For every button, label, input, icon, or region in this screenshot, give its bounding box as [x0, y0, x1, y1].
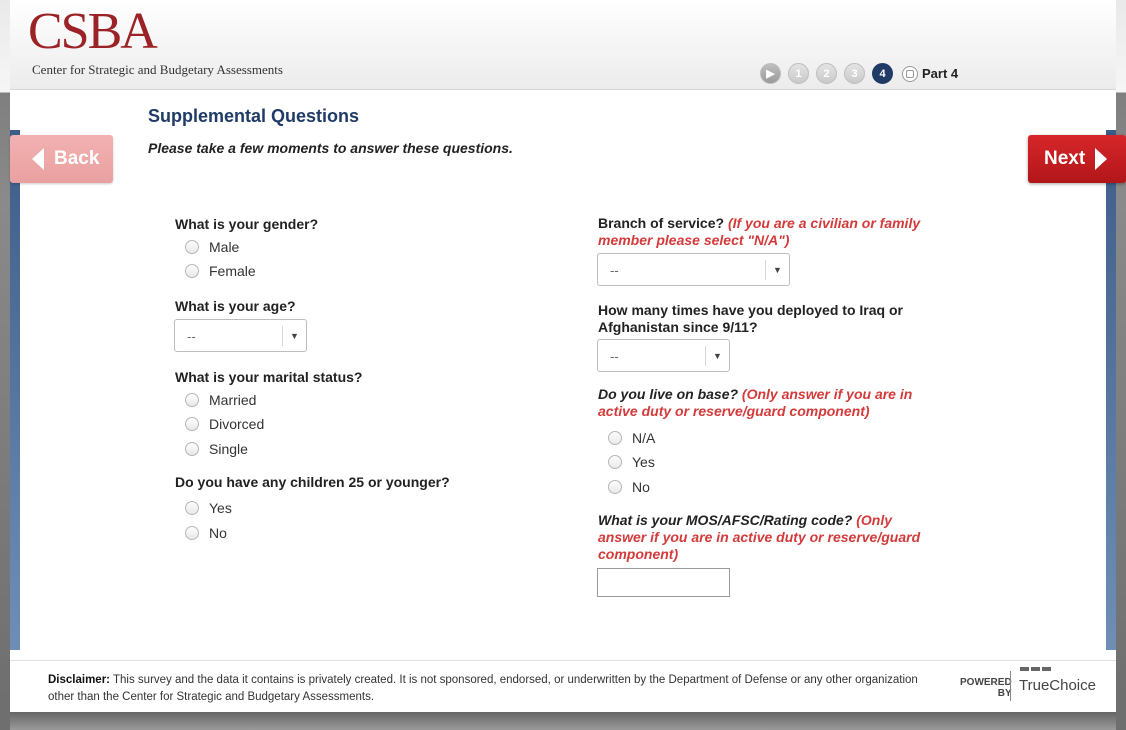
page-subtitle: Please take a few moments to answer thes…	[148, 140, 513, 156]
option-label: Divorced	[209, 416, 265, 432]
gender-option-female[interactable]: Female	[185, 263, 256, 279]
marital-option-single[interactable]: Single	[185, 441, 248, 457]
radio-icon[interactable]	[185, 526, 199, 540]
radio-icon[interactable]	[608, 480, 622, 494]
powered-line-1: POWERED	[960, 677, 1012, 688]
deployed-question: How many times have you deployed to Iraq…	[598, 302, 903, 335]
option-label: Single	[209, 441, 248, 457]
radio-icon[interactable]	[185, 393, 199, 407]
back-label: Back	[54, 148, 100, 169]
step-start-play-icon[interactable]: ▶	[760, 63, 781, 84]
marital-option-divorced[interactable]: Divorced	[185, 416, 264, 432]
branch-select[interactable]: -- ▼	[597, 253, 790, 286]
base-label: Do you live on base?	[598, 386, 742, 402]
gender-option-male[interactable]: Male	[185, 239, 239, 255]
branch-select-value: --	[610, 263, 619, 278]
option-label: N/A	[632, 430, 656, 446]
progress-steps: ▶ 1 2 3 4 Part 4	[760, 63, 958, 84]
option-label: Yes	[209, 500, 232, 516]
mos-question: What is your MOS/AFSC/Rating code? (Only…	[598, 512, 938, 563]
deployed-select-value: --	[610, 349, 619, 364]
mos-label: What is your MOS/AFSC/Rating code?	[598, 512, 857, 528]
footer: Disclaimer: This survey and the data it …	[10, 660, 1116, 712]
radio-icon[interactable]	[185, 442, 199, 456]
children-question: Do you have any children 25 or younger?	[175, 474, 450, 490]
next-button[interactable]: Next	[1028, 135, 1126, 183]
option-label: Yes	[632, 454, 655, 470]
mos-code-input[interactable]	[597, 568, 730, 597]
option-label: No	[632, 479, 650, 495]
csba-logo: CSBA	[28, 3, 158, 60]
arrow-right-icon	[1095, 148, 1108, 170]
bottom-shadow	[10, 712, 1116, 730]
children-option-no[interactable]: No	[185, 525, 227, 541]
option-label: Male	[209, 239, 240, 255]
age-select[interactable]: -- ▼	[174, 319, 307, 352]
chevron-down-icon: ▼	[765, 260, 789, 280]
radio-icon[interactable]	[185, 240, 199, 254]
part-label: Part 4	[922, 66, 959, 81]
disclaimer-text: This survey and the data it contains is …	[48, 674, 918, 703]
arrow-left-icon	[32, 148, 44, 170]
branch-label: Branch of service?	[598, 215, 728, 231]
step-4-active[interactable]: 4	[872, 63, 893, 84]
base-question: Do you live on base? (Only answer if you…	[598, 386, 948, 420]
radio-icon[interactable]	[608, 431, 622, 445]
part-checkbox-icon	[902, 65, 918, 82]
left-accent-strip	[10, 130, 20, 650]
truechoice-logo: TrueChoice	[1010, 671, 1096, 701]
disclaimer-label: Disclaimer:	[48, 674, 111, 686]
back-button[interactable]: Back	[10, 135, 113, 183]
branch-question: Branch of service? (If you are a civilia…	[598, 215, 948, 249]
header: CSBA Center for Strategic and Budgetary …	[10, 0, 1116, 90]
next-label: Next	[1044, 148, 1086, 169]
option-label: No	[209, 525, 227, 541]
marital-question: What is your marital status?	[175, 369, 363, 385]
radio-icon[interactable]	[608, 455, 622, 469]
step-2[interactable]: 2	[816, 63, 837, 84]
powered-by: POWERED BY	[960, 677, 1012, 699]
step-1[interactable]: 1	[788, 63, 809, 84]
base-option-na[interactable]: N/A	[608, 430, 655, 446]
marital-option-married[interactable]: Married	[185, 392, 256, 408]
survey-window: CSBA Center for Strategic and Budgetary …	[10, 0, 1126, 712]
gender-question: What is your gender?	[175, 216, 319, 232]
children-option-yes[interactable]: Yes	[185, 500, 232, 516]
base-option-no[interactable]: No	[608, 479, 650, 495]
step-3[interactable]: 3	[844, 63, 865, 84]
radio-icon[interactable]	[185, 417, 199, 431]
age-select-value: --	[187, 329, 196, 344]
right-accent-strip	[1106, 130, 1116, 650]
radio-icon[interactable]	[185, 264, 199, 278]
radio-icon[interactable]	[185, 501, 199, 515]
page-title: Supplemental Questions	[148, 106, 360, 126]
step-part: Part 4	[902, 65, 959, 82]
option-label: Married	[209, 392, 257, 408]
powered-line-2: BY	[997, 688, 1012, 699]
logo-subtitle: Center for Strategic and Budgetary Asses…	[32, 62, 283, 77]
disclaimer: Disclaimer: This survey and the data it …	[48, 672, 928, 706]
deployed-select[interactable]: -- ▼	[597, 339, 730, 372]
chevron-down-icon: ▼	[282, 326, 306, 346]
option-label: Female	[209, 263, 256, 279]
base-option-yes[interactable]: Yes	[608, 454, 655, 470]
age-question: What is your age?	[175, 298, 296, 314]
chevron-down-icon: ▼	[705, 346, 729, 366]
